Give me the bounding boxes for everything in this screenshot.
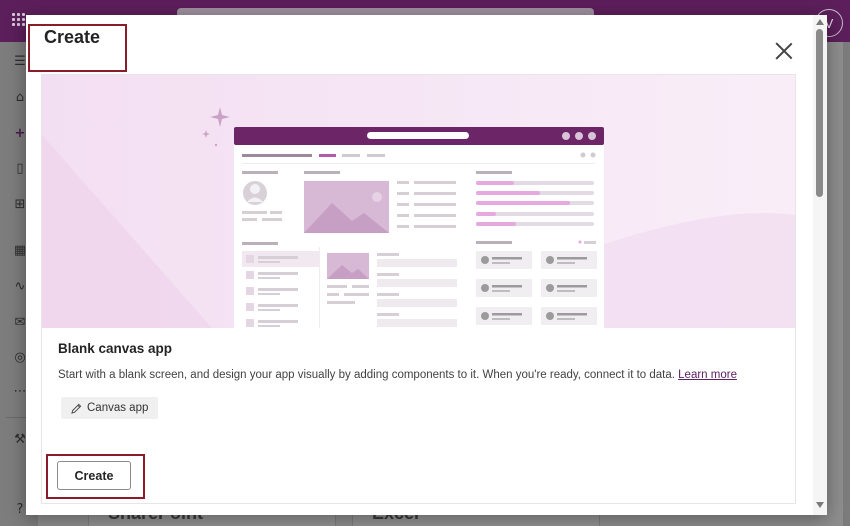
description-text: Start with a blank screen, and design yo… <box>58 369 675 381</box>
close-icon[interactable] <box>773 41 795 63</box>
learn-more-link[interactable]: Learn more <box>678 369 737 381</box>
pencil-icon <box>71 403 82 414</box>
template-card[interactable]: Blank canvas app Start with a blank scre… <box>41 74 796 504</box>
scroll-up-arrow-icon[interactable] <box>816 19 824 25</box>
create-dialog: Create Blank canvas app Start with a bla… <box>26 15 827 515</box>
canvas-app-chip: Canvas app <box>61 397 159 419</box>
hero-illustration <box>42 75 795 328</box>
page-scrollbar[interactable] <box>843 42 850 526</box>
chip-label: Canvas app <box>87 402 149 414</box>
create-button[interactable]: Create <box>57 461 131 490</box>
scroll-thumb[interactable] <box>816 29 823 197</box>
card-description: Start with a blank screen, and design yo… <box>58 369 737 381</box>
waffle-icon[interactable] <box>12 13 26 27</box>
card-title: Blank canvas app <box>58 341 173 356</box>
dialog-title: Create <box>44 27 101 47</box>
scroll-down-arrow-icon[interactable] <box>816 502 824 508</box>
